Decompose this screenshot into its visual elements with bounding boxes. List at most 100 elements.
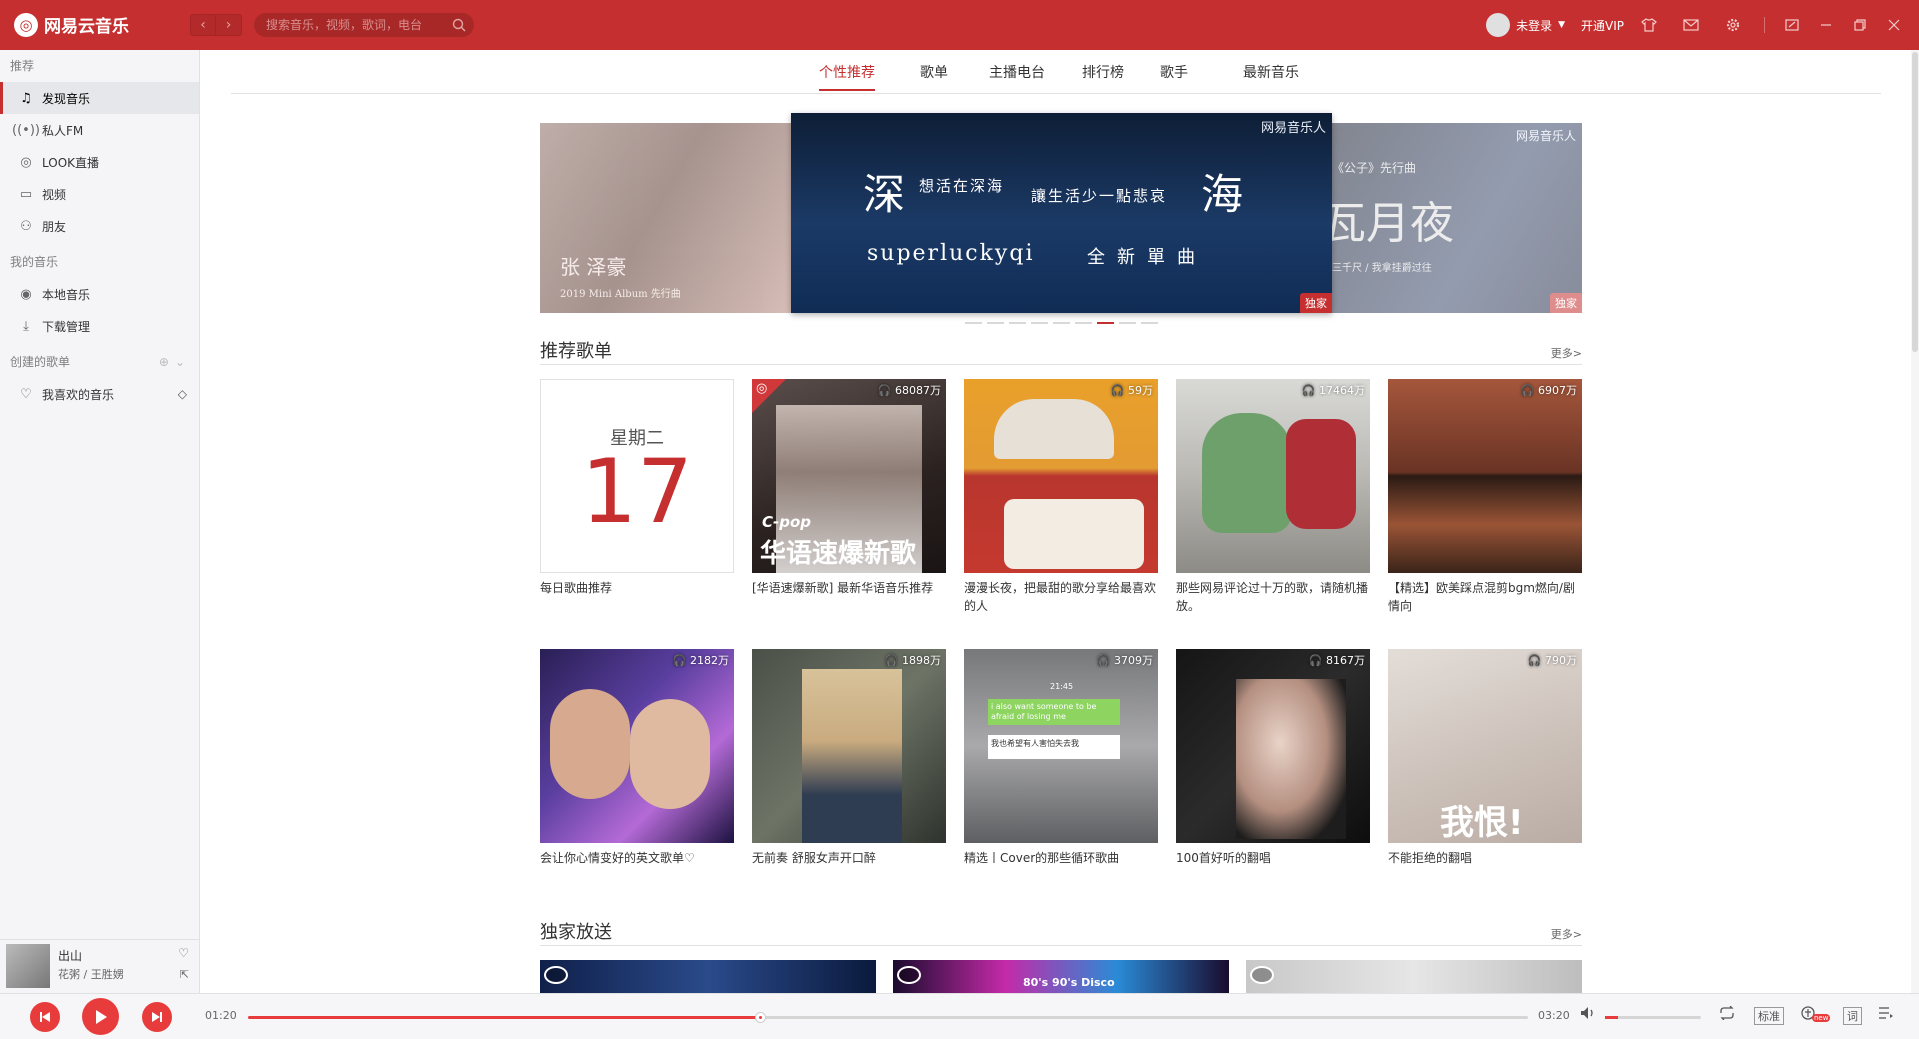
playlist-card[interactable]: 🎧 6907万 【精选】欧美踩点混剪bgm燃向/剧情向 <box>1388 379 1582 615</box>
playlist-cover[interactable]: 🎧 6907万 <box>1388 379 1582 573</box>
carousel-dot[interactable] <box>1075 322 1092 324</box>
banner-slide-next[interactable]: 网易音乐人 《公子》先行曲 瓦月夜 三千尺 / 我拿挂爵过往 独家 <box>1322 123 1582 313</box>
playlist-cover[interactable]: 我恨! 🎧 790万 <box>1388 649 1582 843</box>
quality-button[interactable]: 标准 <box>1754 1007 1784 1025</box>
sidebar-item-fm[interactable]: ((•)) 私人FM <box>0 114 199 146</box>
heart-icon[interactable]: ♡ <box>178 946 189 960</box>
playlist-cover[interactable]: 🎧 59万 <box>964 379 1158 573</box>
playlist-cover[interactable]: 🎧 8167万 <box>1176 649 1370 843</box>
carousel-dot[interactable] <box>1119 322 1136 324</box>
sidebar-item-liked[interactable]: ♡ 我喜欢的音乐 ◇ <box>0 378 199 410</box>
heartbeat-mode-icon[interactable]: ◇ <box>178 387 187 401</box>
section-title[interactable]: 独家放送 <box>540 918 612 944</box>
sidebar-item-look[interactable]: ◎ LOOK直播 <box>0 146 199 178</box>
playlist-queue-icon[interactable] <box>1878 1006 1894 1023</box>
skin-icon[interactable] <box>1638 14 1660 36</box>
playlist-title[interactable]: 会让你心情变好的英文歌单♡ <box>540 849 734 867</box>
playlist-card[interactable]: 🎧 2182万 会让你心情变好的英文歌单♡ <box>540 649 734 867</box>
banner-slide-current[interactable]: 网易音乐人 深 想活在深海 讓生活少一點悲哀 海 superluckyqi 全新… <box>791 113 1332 313</box>
playlist-cover[interactable]: 21:45 i also want someone to be afraid o… <box>964 649 1158 843</box>
forward-button[interactable]: › <box>216 14 242 36</box>
playlist-title[interactable]: [华语速爆新歌] 最新华语音乐推荐 <box>752 579 946 597</box>
tab-personalized[interactable]: 个性推荐 <box>819 62 875 91</box>
minimize-icon[interactable] <box>1815 14 1837 36</box>
playlist-card[interactable]: 🎧 8167万 100首好听的翻唱 <box>1176 649 1370 867</box>
tab-new-music[interactable]: 最新音乐 <box>1243 62 1299 82</box>
exclusive-video-card[interactable] <box>1246 960 1582 993</box>
mini-mode-icon[interactable] <box>1781 14 1803 36</box>
playlist-card-daily[interactable]: 星期二 17 每日歌曲推荐 <box>540 379 734 597</box>
avatar[interactable] <box>1486 13 1511 37</box>
banner-slide-prev[interactable]: 张 泽豪 2019 Mini Album 先行曲 <box>540 123 800 313</box>
volume-bar[interactable] <box>1605 1016 1701 1019</box>
play-button[interactable] <box>82 998 119 1035</box>
exclusive-video-card[interactable]: 80's 90's Disco <box>893 960 1229 993</box>
volume-icon[interactable] <box>1580 1006 1596 1023</box>
progress-bar[interactable] <box>248 1012 1528 1023</box>
add-playlist-icon[interactable]: ⊕ <box>159 346 169 378</box>
tab-playlists[interactable]: 歌单 <box>920 62 948 82</box>
playlist-cover[interactable]: 🎧 1898万 <box>752 649 946 843</box>
search-icon[interactable] <box>452 18 466 32</box>
vip-link[interactable]: 开通VIP <box>1581 17 1624 34</box>
playlist-card[interactable]: 21:45 i also want someone to be afraid o… <box>964 649 1158 867</box>
playlist-card[interactable]: 我恨! 🎧 790万 不能拒绝的翻唱 <box>1388 649 1582 867</box>
carousel-dot[interactable] <box>1053 322 1070 324</box>
tab-artists[interactable]: 歌手 <box>1160 62 1188 82</box>
playlist-card[interactable]: 🎧 17464万 那些网易评论过十万的歌，请随机播放。 <box>1176 379 1370 615</box>
app-logo[interactable]: ◎ 网易云音乐 <box>14 12 129 37</box>
playlist-card[interactable]: ◎ 🎧 68087万 C-pop 华语速爆新歌 [华语速爆新歌] 最新华语音乐推… <box>752 379 946 597</box>
sidebar-item-friends[interactable]: ⚇ 朋友 <box>0 210 199 242</box>
close-icon[interactable] <box>1883 14 1905 36</box>
carousel-dot[interactable] <box>987 322 1004 324</box>
chevron-down-icon[interactable]: ▼ <box>1558 20 1565 30</box>
playlist-title[interactable]: 漫漫长夜，把最甜的歌分享给最喜欢的人 <box>964 579 1158 615</box>
back-button[interactable]: ‹ <box>190 14 216 36</box>
playlist-title[interactable]: 无前奏 舒服女声开口醉 <box>752 849 946 867</box>
playlist-title[interactable]: 【精选】欧美踩点混剪bgm燃向/剧情向 <box>1388 579 1582 615</box>
playlist-title[interactable]: 每日歌曲推荐 <box>540 579 734 597</box>
carousel-dot[interactable] <box>1141 322 1158 324</box>
maximize-icon[interactable] <box>1849 14 1871 36</box>
tab-charts[interactable]: 排行榜 <box>1082 62 1124 82</box>
more-link[interactable]: 更多> <box>1551 345 1582 361</box>
playlist-title[interactable]: 精选丨Cover的那些循环歌曲 <box>964 849 1158 867</box>
exclusive-video-card[interactable] <box>540 960 876 993</box>
sidebar-item-local[interactable]: ◉ 本地音乐 <box>0 278 199 310</box>
scrollbar-thumb[interactable] <box>1912 52 1918 352</box>
effects-icon[interactable]: new <box>1800 1004 1831 1025</box>
carousel-dot[interactable] <box>965 322 982 324</box>
playlist-title[interactable]: 不能拒绝的翻唱 <box>1388 849 1582 867</box>
playlist-title[interactable]: 那些网易评论过十万的歌，请随机播放。 <box>1176 579 1370 615</box>
carousel-dot[interactable] <box>1031 322 1048 324</box>
mail-icon[interactable] <box>1680 14 1702 36</box>
sidebar-item-discover[interactable]: ♫ 发现音乐 <box>0 82 199 114</box>
now-playing-panel[interactable]: 出山 花粥 / 王胜娚 ♡ ⇱ <box>0 939 200 993</box>
lyrics-button[interactable]: 词 <box>1843 1007 1862 1025</box>
playlist-title[interactable]: 100首好听的翻唱 <box>1176 849 1370 867</box>
section-title[interactable]: 推荐歌单 <box>540 337 612 363</box>
playlist-card[interactable]: 🎧 1898万 无前奏 舒服女声开口醉 <box>752 649 946 867</box>
sidebar-item-download[interactable]: ⤓ 下载管理 <box>0 310 199 342</box>
playlist-cover[interactable]: 🎧 2182万 <box>540 649 734 843</box>
playlist-card[interactable]: 🎧 59万 漫漫长夜，把最甜的歌分享给最喜欢的人 <box>964 379 1158 615</box>
daily-calendar[interactable]: 星期二 17 <box>540 379 734 573</box>
now-playing-artist[interactable]: 花粥 / 王胜娚 <box>58 966 124 982</box>
progress-knob[interactable] <box>755 1012 766 1023</box>
more-link[interactable]: 更多> <box>1551 926 1582 942</box>
search-input[interactable] <box>264 16 444 34</box>
now-playing-cover[interactable] <box>6 944 50 988</box>
tab-radio[interactable]: 主播电台 <box>989 62 1045 82</box>
playlist-cover[interactable]: 🎧 17464万 <box>1176 379 1370 573</box>
next-track-button[interactable] <box>142 1002 172 1032</box>
playlist-cover[interactable]: ◎ 🎧 68087万 C-pop 华语速爆新歌 <box>752 379 946 573</box>
sidebar-item-video[interactable]: ▭ 视频 <box>0 178 199 210</box>
previous-track-button[interactable] <box>30 1002 60 1032</box>
login-link[interactable]: 未登录 <box>1516 17 1552 34</box>
loop-mode-icon[interactable] <box>1718 1005 1736 1023</box>
share-icon[interactable]: ⇱ <box>180 968 189 981</box>
gear-icon[interactable] <box>1722 14 1744 36</box>
chevron-down-icon[interactable]: ⌄ <box>175 346 185 378</box>
main-scrollbar[interactable] <box>1911 50 1919 993</box>
carousel-dot[interactable] <box>1009 322 1026 324</box>
